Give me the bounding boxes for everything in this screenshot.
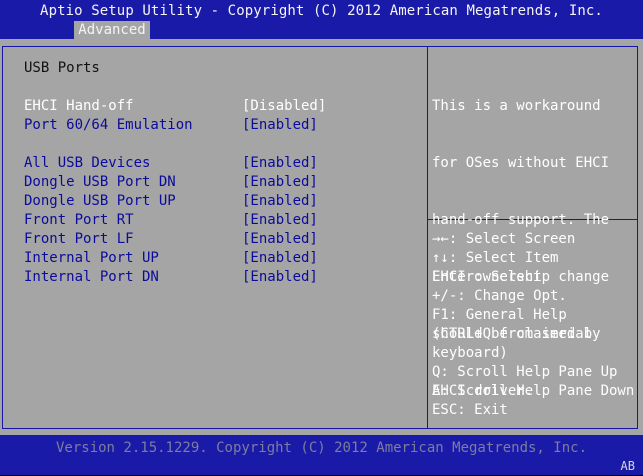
section-title: USB Ports — [24, 60, 100, 76]
key-scroll-down: A: Scroll Help Pane Down — [432, 383, 635, 399]
key-enter: Enter: Select — [432, 269, 542, 285]
help-line: for OSes without EHCI — [432, 155, 610, 171]
key-select-item: ↑↓: Select Item — [432, 250, 559, 266]
setting-value[interactable]: [Enabled] — [242, 154, 318, 173]
key-scroll-up: Q: Scroll Help Pane Up — [432, 364, 618, 380]
corner-code: AB — [620, 459, 635, 473]
tab-advanced[interactable]: Advanced — [74, 21, 150, 39]
version-text: Version 2.15.1229. Copyright (C) 2012 Am… — [55, 440, 587, 456]
setting-value[interactable]: [Enabled] — [242, 192, 318, 211]
key-change-opt: +/-: Change Opt. — [432, 288, 567, 304]
vertical-divider — [427, 46, 428, 429]
setting-label: EHCI Hand-off — [24, 98, 134, 114]
setting-front-port-rt[interactable]: Front Port RT [Enabled] — [24, 211, 324, 230]
help-line: This is a workaround — [432, 98, 601, 114]
setting-label: Internal Port DN — [24, 269, 159, 285]
setting-value[interactable]: [Enabled] — [242, 116, 318, 135]
main-panel: USB Ports EHCI Hand-off [Disabled] Port … — [0, 39, 643, 435]
key-exit: ESC: Exit — [432, 402, 508, 418]
setting-label: Internal Port UP — [24, 250, 159, 266]
key-serial-note: (CTRL+Q from serial — [432, 326, 593, 342]
setting-value[interactable]: [Enabled] — [242, 211, 318, 230]
key-legend: →←: Select Screen ↑↓: Select Item Enter:… — [432, 230, 637, 420]
setting-internal-port-dn[interactable]: Internal Port DN [Enabled] — [24, 268, 324, 287]
setting-ehci-hand-off[interactable]: EHCI Hand-off [Disabled] — [24, 97, 326, 116]
setting-value[interactable]: [Enabled] — [242, 249, 318, 268]
setting-value[interactable]: [Enabled] — [242, 230, 318, 249]
setting-label: Front Port RT — [24, 212, 134, 228]
setting-value[interactable]: [Enabled] — [242, 268, 318, 287]
setting-label: Front Port LF — [24, 231, 134, 247]
key-general-help: F1: General Help — [432, 307, 567, 323]
setting-dongle-usb-port-dn[interactable]: Dongle USB Port DN [Enabled] — [24, 173, 324, 192]
status-bar: Version 2.15.1229. Copyright (C) 2012 Am… — [0, 435, 643, 475]
title-bar: Aptio Setup Utility - Copyright (C) 2012… — [0, 0, 643, 39]
setting-port-60-64-emulation[interactable]: Port 60/64 Emulation [Enabled] — [24, 116, 324, 135]
setting-value[interactable]: [Enabled] — [242, 173, 318, 192]
setting-internal-port-up[interactable]: Internal Port UP [Enabled] — [24, 249, 324, 268]
setting-front-port-lf[interactable]: Front Port LF [Enabled] — [24, 230, 324, 249]
setting-label: Dongle USB Port DN — [24, 174, 176, 190]
setting-dongle-usb-port-up[interactable]: Dongle USB Port UP [Enabled] — [24, 192, 324, 211]
key-serial-note-cont: keyboard) — [432, 345, 508, 361]
key-select-screen: →←: Select Screen — [432, 231, 576, 247]
app-title: Aptio Setup Utility - Copyright (C) 2012… — [40, 3, 603, 19]
setting-value[interactable]: [Disabled] — [242, 97, 326, 116]
setting-all-usb-devices[interactable]: All USB Devices [Enabled] — [24, 154, 324, 173]
setting-label: Dongle USB Port UP — [24, 193, 176, 209]
setting-label: All USB Devices — [24, 155, 151, 171]
setting-label: Port 60/64 Emulation — [24, 117, 193, 133]
help-line: hand-off support. The — [432, 212, 610, 228]
